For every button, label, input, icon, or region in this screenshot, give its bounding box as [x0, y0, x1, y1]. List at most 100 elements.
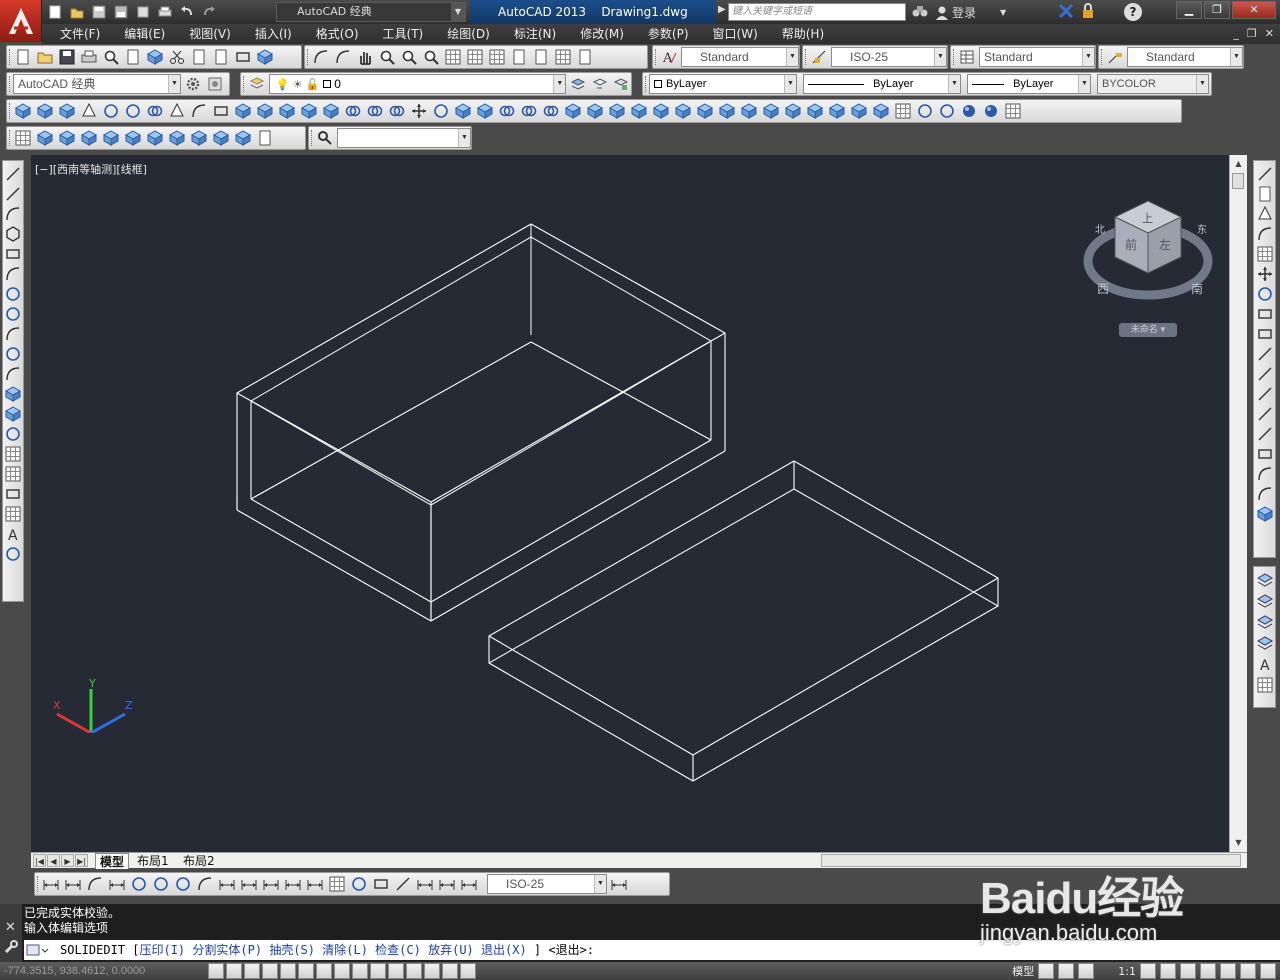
- cone-icon[interactable]: [79, 101, 99, 121]
- undo-icon[interactable]: [311, 47, 331, 67]
- copy-icon[interactable]: [189, 47, 209, 67]
- help-icon[interactable]: [575, 47, 595, 67]
- 3d-hidden-icon[interactable]: [937, 101, 957, 121]
- break-dim-icon[interactable]: [305, 874, 325, 894]
- new-icon[interactable]: [13, 47, 33, 67]
- bottom-view-icon[interactable]: [57, 128, 77, 148]
- help-icon[interactable]: ?: [1124, 3, 1142, 21]
- prev-tab-icon[interactable]: ◀: [47, 854, 60, 867]
- ucs-menu[interactable]: 未命名 ▾: [1119, 323, 1177, 337]
- drawing-canvas[interactable]: [−][西南等轴测][线框] 上 前 左 北 西 南 东 Y X Z: [31, 155, 1229, 852]
- cylinder-icon[interactable]: [123, 101, 143, 121]
- layer-state-icon[interactable]: [611, 74, 631, 94]
- dim-edit-icon[interactable]: [415, 874, 435, 894]
- lineweight-toggle[interactable]: [388, 963, 404, 979]
- center-mark-icon[interactable]: [349, 874, 369, 894]
- selection-cycling-toggle[interactable]: [442, 963, 458, 979]
- union2-icon[interactable]: [497, 101, 517, 121]
- erase-icon[interactable]: [1256, 165, 1274, 183]
- otrack-toggle[interactable]: [334, 963, 350, 979]
- quickcalc-icon[interactable]: [553, 47, 573, 67]
- dim-update-icon[interactable]: [459, 874, 479, 894]
- front-view-icon[interactable]: [123, 128, 143, 148]
- menu-item[interactable]: 窗口(W): [701, 24, 770, 44]
- layer-select[interactable]: 💡 ☀ 🔓 0 ▼: [268, 74, 567, 94]
- table-style-select[interactable]: Standard ▼: [979, 47, 1095, 67]
- osnap-toggle[interactable]: [298, 963, 314, 979]
- menu-item[interactable]: 格式(O): [304, 24, 371, 44]
- subtract2-icon[interactable]: [519, 101, 539, 121]
- doc-restore-icon[interactable]: ❐: [1247, 27, 1257, 40]
- trim-icon[interactable]: [1256, 345, 1274, 363]
- named-view-select[interactable]: ▼: [336, 128, 471, 148]
- array-icon[interactable]: [1256, 245, 1274, 263]
- wrench-icon[interactable]: [4, 940, 18, 957]
- add-selected-icon[interactable]: [4, 545, 22, 563]
- print-preview-icon[interactable]: [101, 47, 121, 67]
- cut-icon[interactable]: [167, 47, 187, 67]
- gradient-icon[interactable]: [4, 465, 22, 483]
- first-tab-icon[interactable]: |◀: [33, 854, 46, 867]
- continue-dim-icon[interactable]: [261, 874, 281, 894]
- offset-icon[interactable]: [1256, 225, 1274, 243]
- stretch-icon[interactable]: [1256, 325, 1274, 343]
- search-input[interactable]: 键入关键字或短语: [728, 3, 906, 21]
- layer-properties-icon[interactable]: [247, 74, 267, 94]
- coordinates-readout[interactable]: -774.3515, 938.4612, 0.0000: [4, 965, 145, 977]
- copy-edges-icon[interactable]: [739, 101, 759, 121]
- helix-icon[interactable]: [189, 101, 209, 121]
- rectangle-icon[interactable]: [4, 245, 22, 263]
- menu-item[interactable]: 绘图(D): [435, 24, 502, 44]
- mirror-icon[interactable]: [1256, 205, 1274, 223]
- menu-item[interactable]: 视图(V): [177, 24, 243, 44]
- quick-properties-toggle[interactable]: [424, 963, 440, 979]
- dimstyle-manager-icon[interactable]: [609, 874, 629, 894]
- conceptual-icon[interactable]: [981, 101, 1001, 121]
- last-tab-icon[interactable]: ▶|: [75, 854, 88, 867]
- close-icon[interactable]: ✕: [5, 920, 16, 935]
- extrude-faces-icon[interactable]: [563, 101, 583, 121]
- union-icon[interactable]: [343, 101, 363, 121]
- copy-faces-icon[interactable]: [695, 101, 715, 121]
- mleader-style-icon[interactable]: [1105, 47, 1125, 67]
- menu-item[interactable]: 工具(T): [371, 24, 436, 44]
- model-icon[interactable]: [1038, 963, 1055, 979]
- viewcube[interactable]: 上 前 左 北 西 南 东: [1081, 197, 1221, 337]
- command-option[interactable]: 放弃(U): [428, 943, 474, 957]
- angular-dim-icon[interactable]: [195, 874, 215, 894]
- wedge-icon[interactable]: [57, 101, 77, 121]
- transparency-toggle[interactable]: [406, 963, 422, 979]
- back-view-icon[interactable]: [145, 128, 165, 148]
- layout-icon-2[interactable]: [1078, 963, 1095, 979]
- clean-screen-icon[interactable]: [1260, 963, 1276, 979]
- 3dalign-icon[interactable]: [453, 101, 473, 121]
- menu-item[interactable]: 修改(M): [568, 24, 636, 44]
- planar-surface-icon[interactable]: [211, 101, 231, 121]
- clean-icon[interactable]: [805, 101, 825, 121]
- table-icon[interactable]: [4, 505, 22, 523]
- binoculars-icon[interactable]: [912, 4, 928, 21]
- menu-item[interactable]: 标注(N): [502, 24, 568, 44]
- annotation-monitor-toggle[interactable]: [460, 963, 476, 979]
- quick-dim-icon[interactable]: [217, 874, 237, 894]
- menu-item[interactable]: 参数(P): [636, 24, 701, 44]
- pyramid-icon[interactable]: [167, 101, 187, 121]
- top-view-icon[interactable]: [35, 128, 55, 148]
- command-option[interactable]: 退出(X): [481, 943, 527, 957]
- minimize-button[interactable]: ▁: [1176, 1, 1202, 19]
- exchange-icon[interactable]: [1058, 3, 1074, 22]
- 3drotate-icon[interactable]: [431, 101, 451, 121]
- menu-item[interactable]: 编辑(E): [112, 24, 177, 44]
- send-under-icon[interactable]: [1256, 634, 1274, 652]
- visual-styles-icon[interactable]: [893, 101, 913, 121]
- annotation-scale[interactable]: 1:1: [1118, 965, 1136, 978]
- menu-item[interactable]: 帮助(H): [770, 24, 836, 44]
- doc-minimize-icon[interactable]: _: [1233, 27, 1239, 40]
- pan-icon[interactable]: [355, 47, 375, 67]
- imprint-icon[interactable]: [783, 101, 803, 121]
- text-style-icon[interactable]: A: [659, 47, 679, 67]
- 3d-osnap-toggle[interactable]: [316, 963, 332, 979]
- send-back-icon[interactable]: [1256, 592, 1274, 610]
- mtext-icon[interactable]: A: [4, 525, 22, 543]
- workspace-switch-icon[interactable]: [1180, 963, 1196, 979]
